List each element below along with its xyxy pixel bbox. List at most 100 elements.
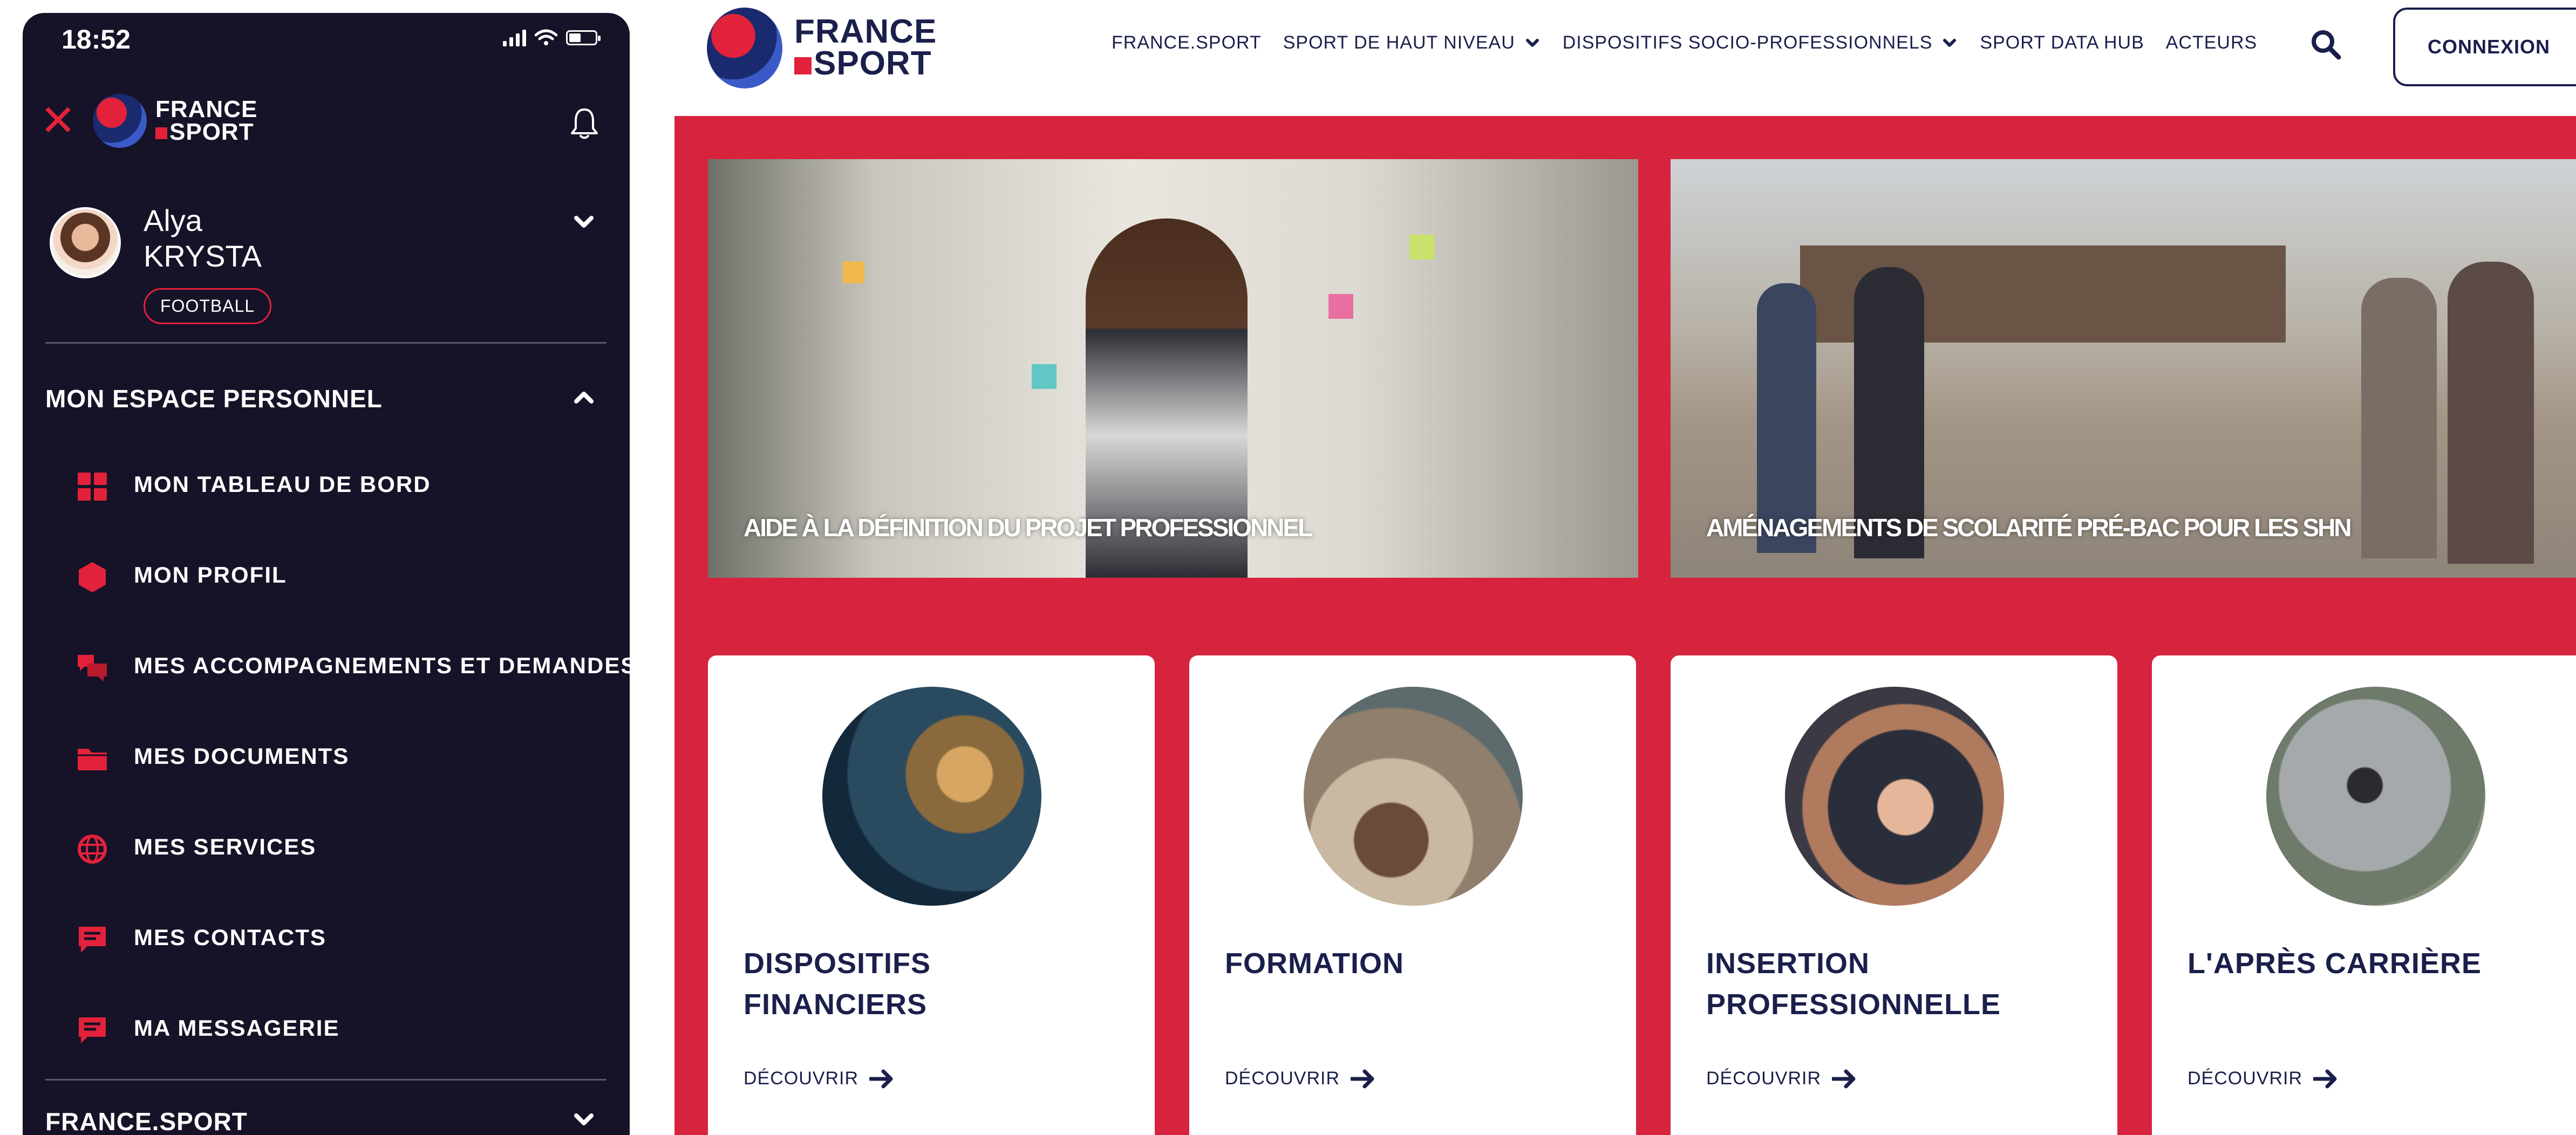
brand-line2: SPORT xyxy=(169,119,254,145)
user-profile-block[interactable]: Alya KRYSTA FOOTBALL xyxy=(23,196,630,347)
brand-logo[interactable]: FRANCE SPORT xyxy=(93,94,257,148)
discover-label: DÉCOUVRIR xyxy=(744,1068,859,1089)
discover-label: DÉCOUVRIR xyxy=(2187,1068,2303,1089)
discover-link[interactable]: DÉCOUVRIR xyxy=(2187,1068,2338,1089)
menu-item-label: MES ACCOMPAGNEMENTS ET DEMANDES xyxy=(134,653,630,678)
menu-item-label: MON TABLEAU DE BORD xyxy=(134,471,431,497)
menu-item-label: MON PROFIL xyxy=(134,562,287,587)
user-last-name: KRYSTA xyxy=(144,239,262,273)
chevron-down-icon[interactable] xyxy=(573,1109,595,1131)
card-title: L'APRÈS CARRIÈRE xyxy=(2187,947,2482,980)
discover-link[interactable]: DÉCOUVRIR xyxy=(1706,1068,1857,1089)
sticky-note xyxy=(843,262,864,283)
section-header-france-sport[interactable]: FRANCE.SPORT xyxy=(23,1095,630,1135)
menu-item-services[interactable]: MES SERVICES xyxy=(23,816,630,880)
nav-label: SPORT DATA HUB xyxy=(1980,32,2144,53)
dashboard-grid-icon xyxy=(78,473,107,501)
wifi-icon xyxy=(535,29,557,45)
notification-bell-icon[interactable] xyxy=(569,107,599,140)
nav-sport-data-hub[interactable]: SPORT DATA HUB xyxy=(1980,32,2144,53)
status-icons xyxy=(503,29,601,46)
brand-square-icon xyxy=(794,57,812,74)
hero-caption: AMÉNAGEMENTS DE SCOLARITÉ PRÉ-BAC POUR L… xyxy=(1706,514,2352,542)
sticky-note xyxy=(1032,364,1057,389)
battery-icon xyxy=(566,30,601,45)
section-header-espace-personnel[interactable]: MON ESPACE PERSONNEL xyxy=(23,372,630,421)
menu-item-messagerie[interactable]: MA MESSAGERIE xyxy=(23,997,630,1062)
card-formation[interactable]: FORMATION DÉCOUVRIR xyxy=(1189,655,1636,1135)
discover-link[interactable]: DÉCOUVRIR xyxy=(1225,1068,1375,1089)
student-silhouette xyxy=(1757,283,1816,553)
menu-item-tableau-de-bord[interactable]: MON TABLEAU DE BORD xyxy=(23,453,630,518)
menu-item-label: MES DOCUMENTS xyxy=(134,743,350,769)
sticky-note xyxy=(1328,294,1353,319)
folder-icon xyxy=(78,749,107,770)
card-dispositifs-financiers[interactable]: DISPOSITIFS FINANCIERS DÉCOUVRIR xyxy=(708,655,1155,1135)
message-icon xyxy=(79,927,106,953)
globe-icon xyxy=(78,835,107,864)
menu-item-contacts[interactable]: MES CONTACTS xyxy=(23,906,630,971)
hero-tile-scolarite[interactable]: AMÉNAGEMENTS DE SCOLARITÉ PRÉ-BAC POUR L… xyxy=(1671,159,2576,578)
message-icon xyxy=(79,1017,106,1043)
section-title: FRANCE.SPORT xyxy=(45,1107,248,1135)
rooster-logo-icon xyxy=(707,8,782,88)
hero-tile-projet-professionnel[interactable]: AIDE À LA DÉFINITION DU PROJET PROFESSIO… xyxy=(708,159,1638,578)
nav-sport-haut-niveau[interactable]: SPORT DE HAUT NIVEAU xyxy=(1283,32,1541,53)
close-icon[interactable]: ✕ xyxy=(40,99,76,142)
hexagon-profile-icon xyxy=(79,562,106,592)
menu-item-label: MA MESSAGERIE xyxy=(134,1015,340,1041)
card-title: DISPOSITIFS FINANCIERS xyxy=(744,947,931,1021)
classroom-image xyxy=(1304,687,1523,906)
nav-france-sport[interactable]: FRANCE.SPORT xyxy=(1112,32,1262,53)
card-title: FORMATION xyxy=(1225,947,1404,980)
chat-bubbles-icon xyxy=(78,655,107,682)
website-view: FRANCE SPORT FRANCE.SPORT SPORT DE HAUT … xyxy=(642,0,2576,1135)
search-icon[interactable] xyxy=(2309,28,2342,60)
student-silhouette xyxy=(2361,278,2437,558)
menu-item-accompagnements[interactable]: MES ACCOMPAGNEMENTS ET DEMANDES xyxy=(23,634,630,699)
sport-badge: FOOTBALL xyxy=(144,288,272,324)
status-time: 18:52 xyxy=(62,24,131,54)
hero-caption: AIDE À LA DÉFINITION DU PROJET PROFESSIO… xyxy=(744,514,1313,542)
nav-acteurs[interactable]: ACTEURS xyxy=(2166,32,2257,53)
nav-label: ACTEURS xyxy=(2165,32,2258,53)
login-button[interactable]: CONNEXION xyxy=(2393,8,2576,86)
arrow-right-icon xyxy=(1351,1069,1374,1088)
chevron-down-icon[interactable] xyxy=(573,211,595,233)
chevron-down-icon xyxy=(1943,38,1957,47)
sticky-note xyxy=(1409,235,1434,259)
brand-line2: SPORT xyxy=(814,45,932,82)
site-header: FRANCE SPORT FRANCE.SPORT SPORT DE HAUT … xyxy=(642,0,2576,116)
discover-label: DÉCOUVRIR xyxy=(1225,1068,1340,1089)
card-title: INSERTION PROFESSIONNELLE xyxy=(1706,947,2001,1021)
menu-item-documents[interactable]: MES DOCUMENTS xyxy=(23,725,630,790)
nav-label: FRANCE.SPORT xyxy=(1112,32,1262,53)
brand-line1: FRANCE xyxy=(794,13,937,51)
divider xyxy=(45,1079,606,1081)
section-title: MON ESPACE PERSONNEL xyxy=(45,385,383,413)
chevron-down-icon xyxy=(1525,38,1539,47)
arrow-right-icon xyxy=(1832,1069,1856,1088)
main-nav: FRANCE.SPORT SPORT DE HAUT NIVEAU DISPOS… xyxy=(1112,32,2257,53)
nav-dispositifs[interactable]: DISPOSITIFS SOCIO-PROFESSIONNELS xyxy=(1563,32,1959,53)
mobile-side-menu: 18:52 ✕ FRANCE SPORT Alya KRYSTA FOOTBAL… xyxy=(23,13,630,1135)
card-insertion-professionnelle[interactable]: INSERTION PROFESSIONNELLE DÉCOUVRIR xyxy=(1671,655,2117,1135)
user-first-name: Alya xyxy=(144,203,202,237)
coins-image xyxy=(822,687,1041,906)
menu-item-label: MES SERVICES xyxy=(134,834,317,859)
arrow-right-icon xyxy=(2313,1069,2337,1088)
menu-item-profil[interactable]: MON PROFIL xyxy=(23,544,630,608)
brand-square-icon xyxy=(155,127,167,140)
arrow-right-icon xyxy=(869,1069,893,1088)
brand-line1: FRANCE xyxy=(155,96,258,123)
menu-item-label: MES CONTACTS xyxy=(134,925,326,950)
signal-icon xyxy=(503,29,526,46)
avatar xyxy=(50,207,121,278)
card-apres-carriere[interactable]: L'APRÈS CARRIÈRE DÉCOUVRIR xyxy=(2152,655,2576,1135)
handshake-image xyxy=(1785,687,2004,906)
discover-link[interactable]: DÉCOUVRIR xyxy=(744,1068,894,1089)
chevron-up-icon[interactable] xyxy=(573,386,595,408)
site-logo[interactable]: FRANCE SPORT xyxy=(707,8,937,88)
nav-label: DISPOSITIFS SOCIO-PROFESSIONNELS xyxy=(1562,32,1933,53)
menu-header: ✕ FRANCE SPORT xyxy=(23,83,630,164)
